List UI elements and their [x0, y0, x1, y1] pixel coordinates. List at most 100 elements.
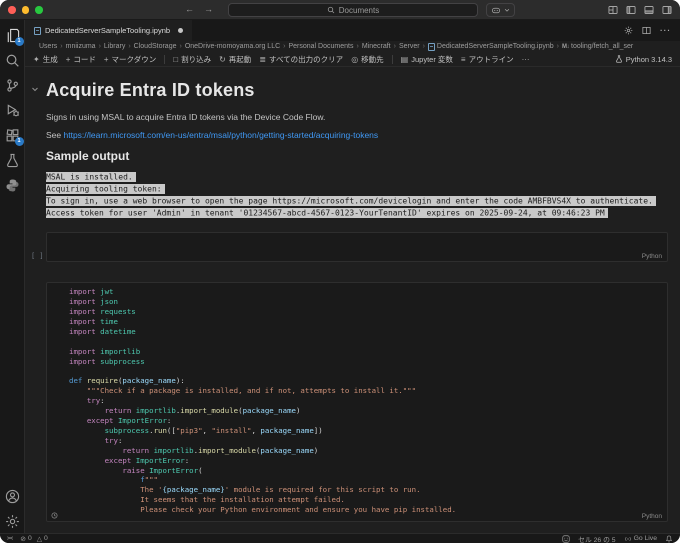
errors-count: 0 [28, 535, 32, 542]
code-line[interactable]: try: [69, 396, 667, 406]
code-line[interactable]: import jwt [69, 287, 667, 297]
code-line[interactable]: except ImportError: [69, 456, 667, 466]
code-line[interactable]: import importlib [69, 347, 667, 357]
python-icon[interactable] [5, 178, 20, 193]
cell-position-indicator[interactable]: セル 26 の 5 [578, 534, 615, 543]
code-cell[interactable]: import jwtimport jsonimport requestsimpo… [46, 282, 668, 522]
breadcrumb-item[interactable]: M↓tooling/fetch_all_ser [562, 43, 633, 50]
output-line: Access token for user 'Admin' in tenant … [46, 208, 668, 220]
explorer-icon[interactable]: 1 [5, 28, 20, 43]
kernel-picker[interactable]: Python 3.14.3 [615, 55, 672, 64]
split-editor-icon[interactable] [642, 26, 651, 35]
code-line[interactable]: import datetime [69, 327, 667, 337]
code-line[interactable]: return importlib.import_module(package_n… [69, 446, 667, 456]
broadcast-icon [624, 535, 632, 543]
feedback-smiley-icon[interactable] [562, 535, 570, 543]
editor-settings-gear-icon[interactable] [624, 26, 633, 35]
notifications-bell-icon[interactable] [665, 535, 673, 543]
code-line[interactable]: import requests [69, 307, 667, 317]
go-live-button[interactable]: Go Live [624, 535, 657, 543]
source-control-icon[interactable] [5, 78, 20, 93]
empty-code-cell[interactable]: [ ] Python [46, 232, 668, 262]
more-actions-icon[interactable]: ··· [660, 26, 671, 35]
close-window-button[interactable] [8, 6, 16, 14]
breadcrumb-separator-icon: › [283, 43, 285, 50]
breadcrumb-separator-icon: › [394, 43, 396, 50]
code-line[interactable]: raise ImportError( [69, 466, 667, 476]
toggle-primary-sidebar-icon[interactable] [626, 5, 636, 15]
toolbar-outline[interactable]: ≡アウトライン [461, 54, 514, 65]
jupyter-variables-icon: ▤ [401, 55, 409, 64]
code-editor[interactable]: import jwtimport jsonimport requestsimpo… [69, 287, 667, 515]
toolbar-more-actions[interactable]: ··· [522, 55, 530, 64]
run-debug-icon[interactable] [5, 103, 20, 118]
execution-count-label: [ ] [31, 252, 44, 260]
customize-layout-icon[interactable] [608, 5, 618, 15]
code-line[interactable]: f""" [69, 475, 667, 485]
code-line[interactable] [69, 337, 667, 347]
breadcrumb-item[interactable]: Library [104, 43, 125, 50]
collapse-chevron-icon[interactable] [31, 85, 39, 93]
minimize-window-button[interactable] [22, 6, 30, 14]
breadcrumb-item[interactable]: Users [39, 43, 57, 50]
breadcrumb-separator-icon: › [99, 43, 101, 50]
command-center-search[interactable]: Documents [228, 3, 478, 17]
remote-indicator-icon[interactable]: >< [7, 535, 12, 542]
toolbar-goto[interactable]: ◎移動先 [351, 54, 383, 65]
testing-icon[interactable] [5, 153, 20, 168]
toolbar-divider [164, 55, 165, 64]
breadcrumb-item[interactable]: DedicatedServerSampleTooling.ipynb [428, 43, 554, 51]
code-line[interactable]: Please check your Python environment and… [69, 505, 667, 515]
toolbar-add-markdown[interactable]: +マークダウン [104, 54, 156, 65]
code-line[interactable]: import time [69, 317, 667, 327]
output-line: MSAL is installed. [46, 171, 668, 183]
toolbar-clear-all-outputs[interactable]: ≣すべての出力のクリア [259, 54, 343, 65]
maximize-window-button[interactable] [35, 6, 43, 14]
output-line: To sign in, use a web browser to open th… [46, 196, 668, 208]
docs-link[interactable]: https://learn.microsoft.com/en-us/entra/… [64, 130, 379, 140]
toolbar-interrupt[interactable]: □割り込み [173, 54, 211, 65]
code-line[interactable]: The '{package_name}' module is required … [69, 485, 667, 495]
toolbar-label: マークダウン [112, 54, 157, 65]
search-sidebar-icon[interactable] [5, 53, 20, 68]
code-line[interactable]: try: [69, 436, 667, 446]
forward-button[interactable]: → [204, 4, 213, 15]
accounts-icon[interactable] [5, 489, 20, 504]
breadcrumb-item[interactable]: CloudStorage [134, 43, 177, 50]
settings-gear-icon[interactable] [5, 514, 20, 529]
breadcrumb-item[interactable]: Server [399, 43, 420, 50]
toolbar-jupyter-variables[interactable]: ▤Jupyter 変数 [401, 54, 453, 65]
toolbar-label: すべての出力のクリア [269, 54, 343, 65]
sample-output-block: MSAL is installed.Acquiring tooling toke… [46, 171, 668, 220]
copilot-button[interactable] [486, 3, 515, 17]
code-line[interactable]: except ImportError: [69, 416, 667, 426]
code-line[interactable]: import subprocess [69, 357, 667, 367]
toolbar-restart[interactable]: ↻再起動 [219, 54, 251, 65]
cell-language-label[interactable]: Python [642, 513, 662, 520]
code-line[interactable]: def require(package_name): [69, 376, 667, 386]
breadcrumb-item[interactable]: Personal Documents [288, 43, 353, 50]
problems-indicator[interactable]: ⊘ 0 △ 0 [20, 535, 48, 543]
breadcrumb-item[interactable]: mniizuma [66, 43, 96, 50]
code-line[interactable]: subprocess.run(["pip3", "install", packa… [69, 426, 667, 436]
breadcrumb-item[interactable]: OneDrive-momoyama.org LLC [185, 43, 280, 50]
notebook-file-icon [34, 27, 41, 35]
unsaved-dot-icon[interactable] [178, 28, 183, 33]
toggle-panel-icon[interactable] [644, 5, 654, 15]
markdown-cell[interactable]: Acquire Entra ID tokens Signs in using M… [46, 80, 668, 220]
toolbar-add-code[interactable]: +コード [66, 54, 96, 65]
code-line[interactable] [69, 366, 667, 376]
notebook-editor: Acquire Entra ID tokens Signs in using M… [25, 68, 680, 533]
extensions-icon[interactable]: 1 [5, 128, 20, 143]
toolbar-generate[interactable]: ✦生成 [33, 54, 58, 65]
cell-language-label[interactable]: Python [642, 253, 662, 260]
breadcrumb-item[interactable]: Minecraft [362, 43, 391, 50]
code-line[interactable]: """Check if a package is installed, and … [69, 386, 667, 396]
back-button[interactable]: ← [185, 4, 194, 15]
breadcrumb-label: CloudStorage [134, 43, 177, 50]
code-line[interactable]: It seems that the installation attempt f… [69, 495, 667, 505]
code-line[interactable]: return importlib.import_module(package_n… [69, 406, 667, 416]
toggle-secondary-sidebar-icon[interactable] [662, 5, 672, 15]
code-line[interactable]: import json [69, 297, 667, 307]
tab-notebook[interactable]: DedicatedServerSampleTooling.ipynb [25, 20, 192, 41]
